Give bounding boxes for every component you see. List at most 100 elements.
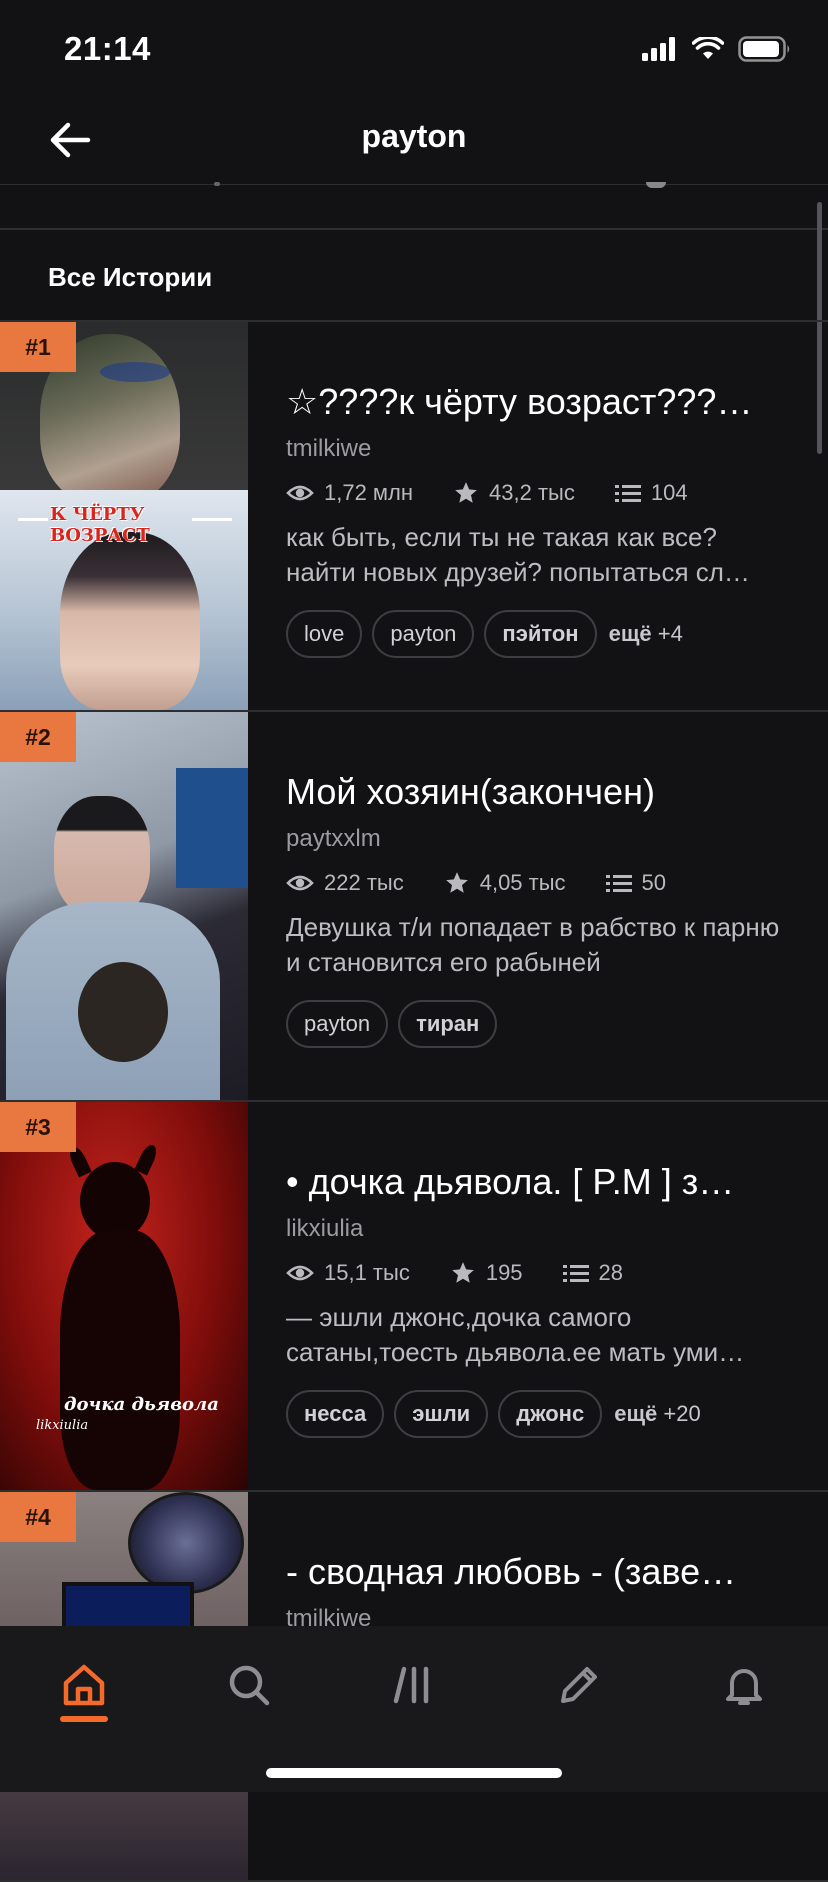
cover-caption: дочка дьявола — [64, 1394, 219, 1415]
battery-icon — [738, 36, 790, 62]
parts-count: 104 — [650, 480, 688, 505]
rank-badge: #4 — [0, 1492, 76, 1542]
pencil-icon — [561, 1667, 597, 1703]
tab-notifications[interactable] — [684, 1650, 804, 1720]
story-card[interactable]: #2 Мой хозяин(закончен) paytxxlm 222 тыс… — [0, 712, 828, 1102]
status-time: 21:14 — [64, 30, 151, 67]
more-tags-count: +4 — [657, 621, 683, 646]
list-icon — [614, 485, 641, 502]
parts-stat: 28 — [562, 1260, 624, 1286]
story-info: ☆????к чёрту возраст???… tmilkiwe 1,72 м… — [286, 380, 792, 658]
parts-count: 28 — [598, 1260, 624, 1285]
views-stat: 1,72 млн — [286, 480, 413, 506]
votes-stat: 195 — [450, 1260, 523, 1286]
story-info: Мой хозяин(закончен) paytxxlm 222 тыс 4,… — [286, 770, 792, 1048]
views-stat: 222 тыс — [286, 870, 404, 896]
scrolled-content-edge — [0, 182, 828, 230]
story-title[interactable]: ☆????к чёрту возраст???… — [286, 380, 792, 424]
views-stat: 15,1 тыс — [286, 1260, 410, 1286]
tag-chip[interactable]: love — [286, 610, 363, 658]
caption-line — [192, 518, 232, 521]
tag-list: несса эшли джонс ещё +20 — [286, 1390, 792, 1438]
bottom-nav — [0, 1626, 828, 1792]
story-info: • дочка дьявола. [ P.M ] з… likxiulia 15… — [286, 1160, 792, 1438]
votes-stat: 4,05 тыс — [444, 870, 566, 896]
story-author[interactable]: likxiulia — [286, 1214, 792, 1244]
tab-home[interactable] — [24, 1650, 144, 1720]
story-title[interactable]: • дочка дьявола. [ P.M ] з… — [286, 1160, 792, 1204]
votes-count: 195 — [485, 1260, 523, 1285]
parts-stat: 50 — [605, 870, 667, 896]
more-tags-label: ещё — [614, 1401, 658, 1426]
votes-count: 4,05 тыс — [479, 870, 566, 895]
views-count: 1,72 млн — [324, 480, 414, 505]
tab-library[interactable] — [354, 1650, 474, 1720]
tag-chip[interactable]: эшли — [394, 1390, 489, 1438]
story-title[interactable]: Мой хозяин(закончен) — [286, 770, 792, 814]
status-icons — [642, 36, 792, 62]
story-cover[interactable]: К ЧЁРТУ ВОЗРАСТ #1 — [0, 322, 248, 710]
more-tags-label: ещё — [608, 621, 652, 646]
story-cover[interactable]: дочка дьявола likxiulia #3 — [0, 1102, 248, 1490]
page-title: payton — [361, 118, 467, 154]
tag-chip[interactable]: payton — [286, 1000, 389, 1048]
eye-icon — [286, 875, 314, 891]
tag-list: payton тиран — [286, 1000, 792, 1048]
cut-mark — [214, 182, 220, 186]
story-stats: 15,1 тыс 195 28 — [286, 1258, 792, 1288]
rank-badge: #3 — [0, 1102, 76, 1152]
story-card[interactable]: К ЧЁРТУ ВОЗРАСТ #1 ☆????к чёрту возраст?… — [0, 322, 828, 712]
bell-icon — [726, 1669, 762, 1705]
story-description: Девушка т/и попадает в рабство к парню и… — [286, 912, 780, 977]
votes-count: 43,2 тыс — [489, 480, 575, 505]
wifi-icon — [692, 37, 724, 59]
tag-chip[interactable]: payton — [372, 610, 475, 658]
caption-line — [18, 518, 48, 521]
story-cover[interactable]: #2 — [0, 712, 248, 1100]
star-icon — [455, 482, 477, 503]
active-tab-indicator — [60, 1716, 108, 1722]
list-icon — [562, 1265, 589, 1282]
story-author[interactable]: tmilkiwe — [286, 434, 792, 464]
story-card[interactable]: дочка дьявола likxiulia #3 • дочка дьяво… — [0, 1102, 828, 1492]
star-icon — [445, 872, 468, 893]
tab-write[interactable] — [519, 1650, 639, 1720]
nav-bar: payton — [0, 94, 828, 185]
star-icon — [451, 1262, 474, 1283]
tab-search[interactable] — [189, 1650, 309, 1720]
story-stats: 222 тыс 4,05 тыс 50 — [286, 868, 792, 898]
cover-caption: К ЧЁРТУ ВОЗРАСТ — [50, 504, 150, 546]
tag-chip[interactable]: тиран — [398, 1000, 498, 1048]
tag-chip[interactable]: джонс — [498, 1390, 603, 1438]
parts-count: 50 — [641, 870, 667, 895]
home-indicator — [266, 1768, 562, 1778]
signal-icon — [642, 37, 675, 61]
rank-badge: #2 — [0, 712, 76, 762]
more-tags[interactable]: ещё +20 — [614, 1401, 701, 1427]
cover-caption-author: likxiulia — [36, 1418, 89, 1433]
story-stats: 1,72 млн 43,2 тыс 104 — [286, 478, 792, 508]
story-description: как быть, если ты не такая как все? найт… — [286, 522, 750, 587]
story-description: — эшли джонс,дочка самого сатаны,тоесть … — [286, 1302, 745, 1367]
section-title: Все Истории — [48, 262, 213, 292]
tag-chip[interactable]: пэйтон — [484, 610, 597, 658]
search-icon — [229, 1665, 270, 1706]
story-author[interactable]: paytxxlm — [286, 824, 792, 854]
status-bar: 21:14 — [0, 0, 828, 94]
eye-icon — [286, 485, 314, 501]
story-info: - сводная любовь - (заве… tmilkiwe — [286, 1550, 792, 1634]
cut-mark — [646, 182, 666, 188]
list-icon — [605, 875, 632, 892]
more-tags[interactable]: ещё +4 — [609, 621, 683, 647]
more-tags-count: +20 — [663, 1401, 701, 1426]
votes-stat: 43,2 тыс — [453, 480, 575, 506]
parts-stat: 104 — [614, 480, 688, 506]
views-count: 222 тыс — [324, 870, 404, 895]
eye-icon — [286, 1265, 314, 1281]
story-title[interactable]: - сводная любовь - (заве… — [286, 1550, 792, 1594]
tag-chip[interactable]: несса — [286, 1390, 385, 1438]
tag-list: love payton пэйтон ещё +4 — [286, 610, 792, 658]
rank-badge: #1 — [0, 322, 76, 372]
library-icon — [393, 1666, 429, 1704]
home-icon — [63, 1664, 105, 1706]
